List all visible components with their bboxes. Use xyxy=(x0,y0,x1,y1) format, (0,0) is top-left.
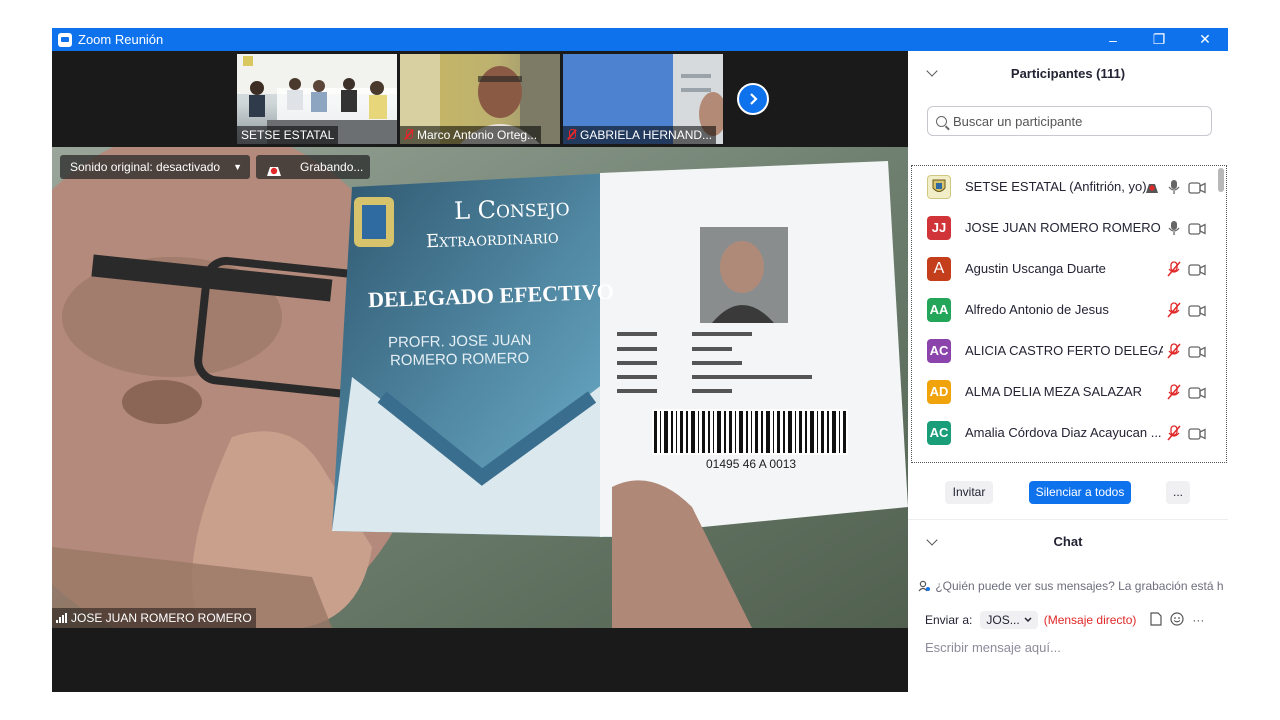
speaker-name-tag: JOSE JUAN ROMERO ROMERO xyxy=(52,608,256,628)
microphone-icon[interactable] xyxy=(1167,179,1181,195)
avatar: AD xyxy=(927,379,951,404)
recording-icon xyxy=(266,161,282,176)
chat-send-row: Enviar a: JOS... (Mensaje directo) ··· xyxy=(925,607,1225,633)
participant-row[interactable]: AC Amalia Córdova Diaz Acayucan ... xyxy=(912,412,1226,453)
video-camera-icon[interactable] xyxy=(1188,222,1206,235)
send-to-label: Enviar a: xyxy=(925,613,973,627)
more-options-button[interactable]: ... xyxy=(1166,481,1190,504)
next-page-button[interactable] xyxy=(737,83,769,115)
participant-row[interactable]: SETSE ESTATAL (Anfitrión, yo) xyxy=(912,166,1226,207)
invite-button[interactable]: Invitar xyxy=(945,481,993,504)
chevron-down-icon xyxy=(1024,617,1032,623)
participant-name: Amalia Córdova Diaz Acayucan ... xyxy=(965,425,1162,440)
search-icon xyxy=(936,115,947,127)
participants-header: Participantes (111) xyxy=(908,51,1228,95)
minimize-button[interactable]: – xyxy=(1090,28,1136,51)
card-barcode-number: 01495 46 A 0013 xyxy=(706,457,797,471)
chevron-down-icon[interactable] xyxy=(926,534,938,546)
video-thumbnail[interactable]: Marco Antonio Orteg... xyxy=(400,54,560,144)
direct-message-label: (Mensaje directo) xyxy=(1043,613,1137,627)
avatar xyxy=(927,461,951,462)
participant-name: ALICIA CASTRO FERTO DELEGAC... xyxy=(965,343,1163,358)
video-thumbnail[interactable]: GABRIELA HERNAND... xyxy=(563,54,723,144)
participant-list[interactable]: SETSE ESTATAL (Anfitrión, yo) JJ JOSE JU… xyxy=(911,165,1227,463)
original-sound-toggle[interactable]: Sonido original: desactivado ▼ xyxy=(60,155,250,179)
participant-name: Alfredo Antonio de Jesus xyxy=(965,302,1109,317)
video-thumbnail[interactable]: SETSE ESTATAL xyxy=(237,54,397,144)
microphone-muted-icon[interactable] xyxy=(1167,301,1181,318)
avatar: JJ xyxy=(927,215,951,240)
avatar: AA xyxy=(927,297,951,322)
participant-row[interactable]: AD ALMA DELIA MEZA SALAZAR xyxy=(912,371,1226,412)
card-header-line1: L Consejo xyxy=(453,192,571,226)
participant-name: Agustin Uscanga Duarte xyxy=(965,261,1106,276)
title-bar: Zoom Reunión – ❐ ✕ xyxy=(52,28,1228,51)
microphone-icon[interactable] xyxy=(1167,220,1181,236)
chevron-down-icon[interactable] xyxy=(926,65,938,77)
participant-search-input[interactable]: Buscar un participante xyxy=(927,106,1212,136)
shield-logo-icon xyxy=(932,179,946,192)
zoom-window: Zoom Reunión – ❐ ✕ SETSE ESTATAL Marco A… xyxy=(52,28,1228,692)
chat-title: Chat xyxy=(1053,534,1083,549)
microphone-muted-icon[interactable] xyxy=(1167,342,1181,359)
video-camera-icon[interactable] xyxy=(1188,427,1206,440)
avatar xyxy=(927,174,951,199)
chat-more-button[interactable]: ··· xyxy=(1192,613,1204,627)
emoji-icon[interactable] xyxy=(1170,611,1185,629)
recipient-dropdown[interactable]: JOS... xyxy=(980,611,1038,629)
participants-title: Participantes (111) xyxy=(1010,65,1126,81)
video-camera-icon[interactable] xyxy=(1188,345,1206,358)
chevron-right-icon xyxy=(750,93,758,105)
microphone-muted-icon[interactable] xyxy=(1167,383,1181,400)
video-camera-icon[interactable] xyxy=(1188,181,1206,194)
chat-privacy-notice[interactable]: ¿Quién puede ver sus mensajes? La grabac… xyxy=(918,579,1224,593)
window-controls: – ❐ ✕ xyxy=(1090,28,1228,51)
card-name-line2: ROMERO ROMERO xyxy=(389,349,530,370)
video-area: SETSE ESTATAL Marco Antonio Orteg... GAB… xyxy=(52,51,908,692)
mute-all-button[interactable]: Silenciar a todos xyxy=(1029,481,1131,504)
barcode xyxy=(652,409,848,455)
card-name-line1: PROFR. JOSE JUAN xyxy=(387,331,532,352)
video-camera-icon[interactable] xyxy=(1188,263,1206,276)
active-speaker-video: L Consejo Extraordinario DELEGADO EFECTI… xyxy=(52,147,908,628)
thumbnail-name: GABRIELA HERNAND... xyxy=(563,126,717,144)
microphone-muted-icon[interactable] xyxy=(1167,424,1181,441)
file-icon[interactable] xyxy=(1150,611,1163,629)
video-camera-icon[interactable] xyxy=(1188,304,1206,317)
mic-muted-icon xyxy=(567,129,576,140)
window-title: Zoom Reunión xyxy=(78,32,164,47)
participant-row[interactable]: AA Alfredo Antonio de Jesus xyxy=(912,289,1226,330)
signal-strength-icon xyxy=(56,613,67,623)
close-button[interactable]: ✕ xyxy=(1182,28,1228,51)
avatar: AC xyxy=(927,420,951,445)
chat-header: Chat xyxy=(908,519,1228,563)
zoom-app-icon xyxy=(58,32,72,47)
participant-row[interactable]: AC ALICIA CASTRO FERTO DELEGAC... xyxy=(912,330,1226,371)
participant-name: ALMA DELIA MEZA SALAZAR xyxy=(965,384,1143,399)
recording-icon xyxy=(1145,181,1159,193)
thumbnail-strip: SETSE ESTATAL Marco Antonio Orteg... GAB… xyxy=(237,54,723,144)
dropdown-arrow-icon: ▼ xyxy=(233,162,242,172)
participant-row[interactable]: A Agustin Uscanga Duarte xyxy=(912,248,1226,289)
chat-message-input[interactable]: Escribir mensaje aquí... xyxy=(925,640,1215,655)
participant-row[interactable] xyxy=(912,453,1226,462)
participant-row[interactable]: JJ JOSE JUAN ROMERO ROMERO xyxy=(912,207,1226,248)
restore-button[interactable]: ❐ xyxy=(1136,28,1182,51)
side-panel: Participantes (111) Buscar un participan… xyxy=(908,51,1228,692)
microphone-muted-icon[interactable] xyxy=(1167,260,1181,277)
participant-name: JOSE JUAN ROMERO ROMERO xyxy=(965,220,1161,235)
avatar: AC xyxy=(927,338,951,363)
thumbnail-name: Marco Antonio Orteg... xyxy=(400,126,542,144)
recording-indicator[interactable]: Grabando... xyxy=(256,155,370,179)
people-lock-icon xyxy=(918,580,930,592)
video-camera-icon[interactable] xyxy=(1188,386,1206,399)
thumbnail-name: SETSE ESTATAL xyxy=(237,126,339,144)
mic-muted-icon xyxy=(404,129,413,140)
participant-name: SETSE ESTATAL (Anfitrión, yo) xyxy=(965,179,1147,194)
avatar: A xyxy=(927,256,951,281)
